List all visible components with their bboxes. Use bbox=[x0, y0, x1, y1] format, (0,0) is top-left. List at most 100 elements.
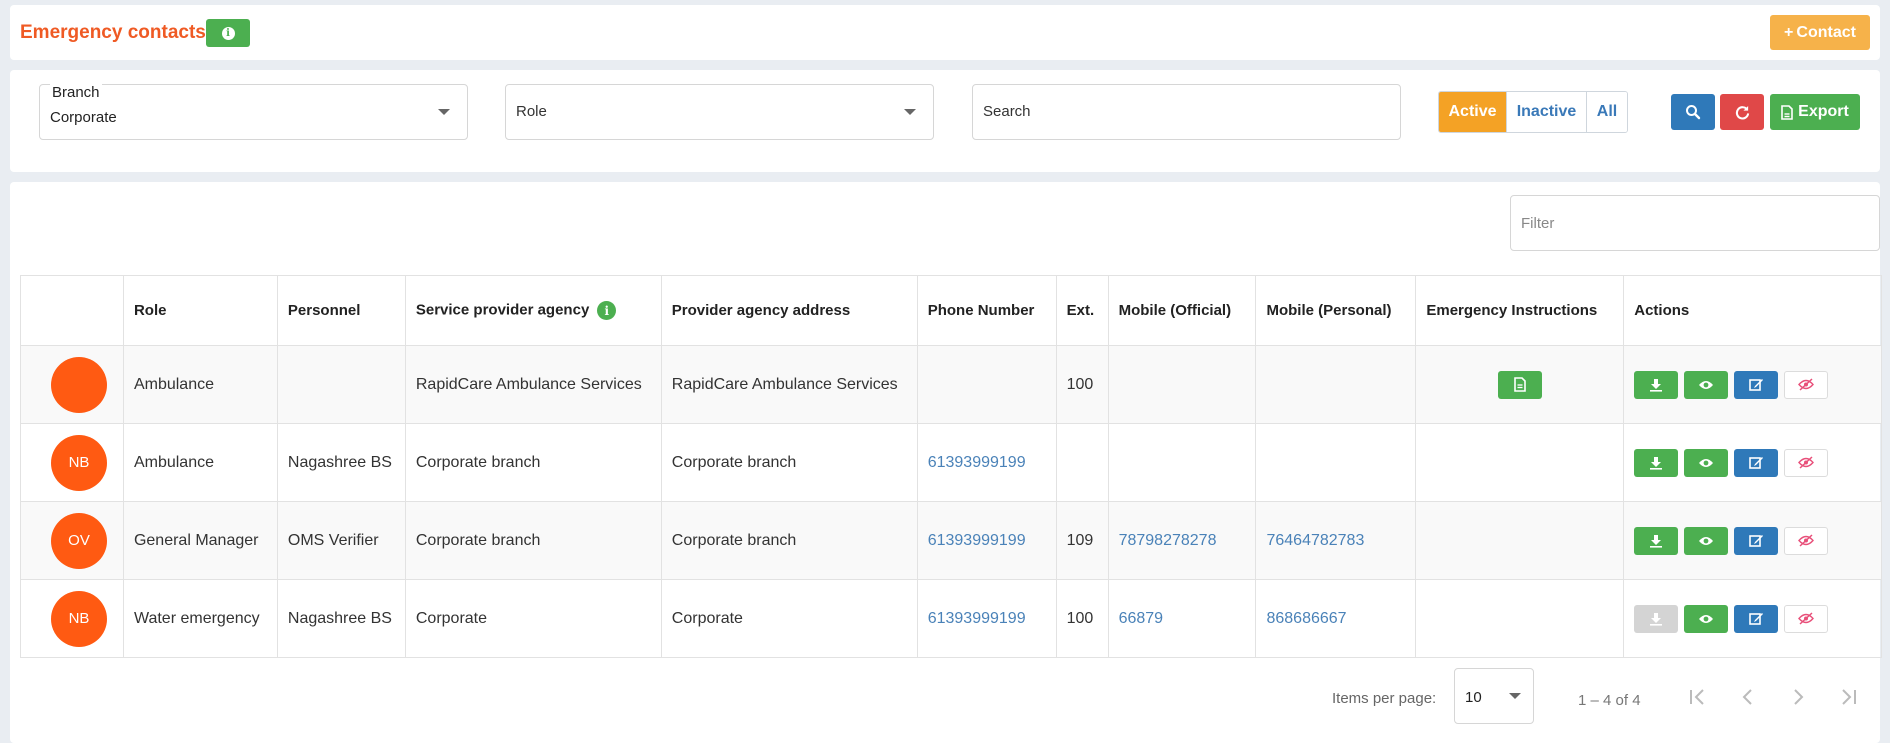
edit-button[interactable] bbox=[1734, 448, 1779, 477]
agency-cell: RapidCare Ambulance Services bbox=[404, 345, 662, 424]
reset-button[interactable] bbox=[1720, 94, 1764, 130]
agency-cell: Corporate branch bbox=[404, 423, 662, 502]
branch-label: Branch bbox=[50, 84, 102, 101]
view-button[interactable] bbox=[1684, 526, 1729, 555]
download-icon bbox=[1650, 612, 1663, 626]
avatar: NB bbox=[51, 590, 107, 647]
download-button[interactable] bbox=[1634, 370, 1679, 399]
mobile-personal-link[interactable]: 76464782783 bbox=[1266, 532, 1364, 549]
actions-cell bbox=[1623, 579, 1882, 658]
view-button[interactable] bbox=[1684, 448, 1729, 477]
items-per-page-select[interactable]: 10 bbox=[1454, 668, 1534, 724]
download-button[interactable] bbox=[1634, 526, 1679, 555]
deactivate-button[interactable] bbox=[1784, 448, 1829, 477]
phone-link[interactable]: 61393999199 bbox=[928, 532, 1026, 549]
ext-cell bbox=[1055, 423, 1109, 502]
personnel-cell: Nagashree BS bbox=[276, 579, 406, 658]
col-mobile-personal[interactable]: Mobile (Personal) bbox=[1255, 275, 1417, 346]
col-personnel[interactable]: Personnel bbox=[276, 275, 406, 346]
status-all-button[interactable]: All bbox=[1587, 92, 1627, 132]
previous-page-button[interactable] bbox=[1735, 684, 1761, 710]
mobile-personal-link[interactable]: 868686667 bbox=[1266, 610, 1346, 627]
status-active-button[interactable]: Active bbox=[1439, 92, 1507, 132]
deactivate-button[interactable] bbox=[1784, 604, 1829, 633]
chevron-down-icon bbox=[904, 109, 916, 115]
download-icon bbox=[1650, 378, 1663, 392]
view-button[interactable] bbox=[1684, 604, 1729, 633]
table-row: NB Ambulance Nagashree BS Corporate branch C… bbox=[20, 423, 1882, 502]
eye-slash-icon bbox=[1798, 534, 1815, 547]
phone-cell: 61393999199 bbox=[916, 579, 1057, 658]
export-button[interactable]: Export bbox=[1770, 94, 1860, 130]
refresh-icon bbox=[1735, 105, 1749, 119]
file-text-icon bbox=[1513, 377, 1526, 392]
first-page-button[interactable] bbox=[1685, 684, 1711, 710]
mobile-official-link[interactable]: 78798278278 bbox=[1119, 532, 1217, 549]
items-per-page-value: 10 bbox=[1465, 689, 1482, 706]
add-contact-button[interactable]: + Contact bbox=[1770, 15, 1870, 50]
eye-slash-icon bbox=[1798, 612, 1815, 625]
edit-button[interactable] bbox=[1734, 526, 1779, 555]
view-button[interactable] bbox=[1684, 370, 1729, 399]
avatar-cell bbox=[20, 345, 124, 424]
mobile-personal-cell bbox=[1255, 345, 1417, 424]
search-input[interactable]: Search bbox=[972, 84, 1401, 140]
mobile-official-cell bbox=[1107, 423, 1257, 502]
last-page-button[interactable] bbox=[1835, 684, 1861, 710]
eye-slash-icon bbox=[1798, 378, 1815, 391]
col-ext[interactable]: Ext. bbox=[1055, 275, 1109, 346]
branch-select[interactable]: Branch Corporate bbox=[39, 84, 468, 140]
info-button[interactable]: i bbox=[206, 19, 250, 47]
col-instructions[interactable]: Emergency Instructions bbox=[1415, 275, 1625, 346]
personnel-cell bbox=[276, 345, 406, 424]
search-icon bbox=[1686, 105, 1701, 120]
role-select[interactable]: Role bbox=[505, 84, 934, 140]
download-icon bbox=[1650, 534, 1663, 548]
agency-cell: Corporate bbox=[404, 579, 662, 658]
next-page-button[interactable] bbox=[1785, 684, 1811, 710]
avatar-cell: NB bbox=[20, 423, 124, 502]
col-address[interactable]: Provider agency address bbox=[660, 275, 918, 346]
ext-cell: 100 bbox=[1055, 345, 1109, 424]
avatar: NB bbox=[51, 434, 107, 491]
page-title: Emergency contacts bbox=[20, 22, 206, 43]
actions-cell bbox=[1623, 423, 1882, 502]
personnel-cell: OMS Verifier bbox=[276, 501, 406, 580]
table-row: OV General Manager OMS Verifier Corporate b… bbox=[20, 501, 1882, 580]
status-inactive-button[interactable]: Inactive bbox=[1507, 92, 1587, 132]
search-button[interactable] bbox=[1671, 94, 1715, 130]
file-export-icon bbox=[1781, 104, 1793, 120]
edit-button[interactable] bbox=[1734, 370, 1779, 399]
col-phone[interactable]: Phone Number bbox=[916, 275, 1057, 346]
col-mobile-official[interactable]: Mobile (Official) bbox=[1107, 275, 1257, 346]
download-button[interactable] bbox=[1634, 448, 1679, 477]
mobile-official-link[interactable]: 66879 bbox=[1119, 610, 1164, 627]
view-instructions-button[interactable] bbox=[1497, 370, 1542, 399]
instructions-cell bbox=[1415, 423, 1625, 502]
phone-link[interactable]: 61393999199 bbox=[928, 610, 1026, 627]
pagination-range: 1 – 4 of 4 bbox=[1578, 692, 1641, 709]
download-button[interactable] bbox=[1634, 604, 1679, 633]
phone-link[interactable]: 61393999199 bbox=[928, 454, 1026, 471]
address-cell: Corporate branch bbox=[660, 501, 918, 580]
download-icon bbox=[1650, 456, 1663, 470]
col-role[interactable]: Role bbox=[122, 275, 278, 346]
edit-icon bbox=[1748, 535, 1763, 547]
deactivate-button[interactable] bbox=[1784, 526, 1829, 555]
phone-cell bbox=[916, 345, 1057, 424]
instructions-cell bbox=[1415, 345, 1625, 424]
info-icon[interactable]: i bbox=[597, 301, 617, 320]
items-per-page-label: Items per page: bbox=[1332, 690, 1437, 707]
table-filter-input[interactable]: Filter bbox=[1510, 195, 1880, 251]
search-placeholder: Search bbox=[983, 103, 1031, 120]
deactivate-button[interactable] bbox=[1784, 370, 1829, 399]
status-toggle: Active Inactive All bbox=[1438, 91, 1628, 133]
edit-button[interactable] bbox=[1734, 604, 1779, 633]
role-cell: General Manager bbox=[122, 501, 278, 580]
instructions-cell bbox=[1415, 501, 1625, 580]
mobile-personal-cell bbox=[1255, 423, 1417, 502]
instructions-cell bbox=[1415, 579, 1625, 658]
col-agency[interactable]: Service provider agency i bbox=[404, 275, 662, 346]
personnel-cell: Nagashree BS bbox=[276, 423, 406, 502]
table-row: NB Water emergency Nagashree BS Corporate Co… bbox=[20, 579, 1882, 658]
